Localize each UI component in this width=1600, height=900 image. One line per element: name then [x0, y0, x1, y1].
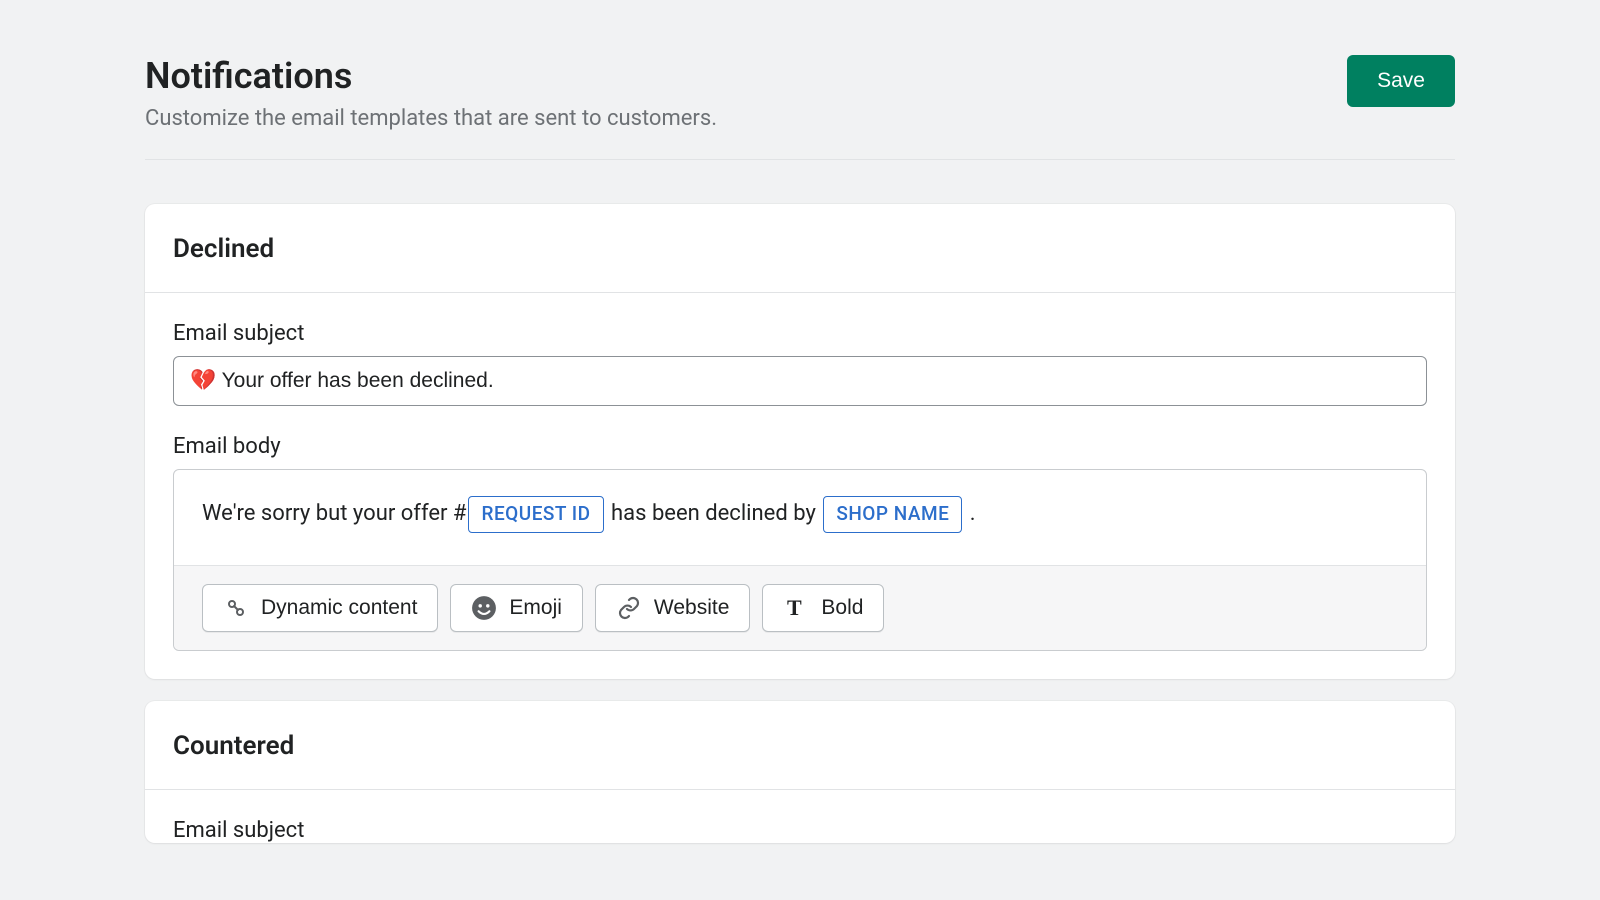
- website-label: Website: [654, 596, 729, 620]
- dynamic-content-button[interactable]: Dynamic content: [202, 584, 438, 632]
- body-text: has been declined by: [606, 501, 822, 526]
- dynamic-content-label: Dynamic content: [261, 596, 417, 620]
- body-text: We're sorry but your offer #: [202, 501, 466, 526]
- bold-label: Bold: [821, 596, 863, 620]
- card-declined-title: Declined: [173, 234, 1427, 264]
- subject-input[interactable]: [173, 356, 1427, 406]
- card-declined: Declined Email subject Email body We're …: [145, 204, 1455, 679]
- card-countered-header: Countered: [145, 701, 1455, 790]
- emoji-button[interactable]: Emoji: [450, 584, 583, 632]
- subject-label: Email subject: [173, 321, 1427, 346]
- card-countered: Countered Email subject: [145, 701, 1455, 843]
- bold-button[interactable]: T Bold: [762, 584, 884, 632]
- website-link-icon: [616, 595, 642, 621]
- emoji-icon: [471, 595, 497, 621]
- svg-text:T: T: [787, 596, 802, 620]
- editor-toolbar: Dynamic content Emoj: [174, 565, 1426, 650]
- bold-text-icon: T: [783, 595, 809, 621]
- emoji-label: Emoji: [509, 596, 562, 620]
- link-icon: [223, 595, 249, 621]
- token-request-id[interactable]: REQUEST ID: [468, 496, 603, 533]
- page-header: Notifications Customize the email templa…: [145, 55, 1455, 160]
- body-label: Email body: [173, 434, 1427, 459]
- card-declined-header: Declined: [145, 204, 1455, 293]
- body-text: .: [964, 501, 975, 526]
- body-editor: We're sorry but your offer #REQUEST ID h…: [173, 469, 1427, 651]
- card-countered-title: Countered: [173, 731, 1427, 761]
- body-content[interactable]: We're sorry but your offer #REQUEST ID h…: [174, 470, 1426, 565]
- page-subtitle: Customize the email templates that are s…: [145, 106, 1347, 131]
- website-button[interactable]: Website: [595, 584, 750, 632]
- page-title: Notifications: [145, 55, 1347, 98]
- save-button[interactable]: Save: [1347, 55, 1455, 107]
- countered-subject-label: Email subject: [173, 818, 1427, 843]
- token-shop-name[interactable]: SHOP NAME: [823, 496, 962, 533]
